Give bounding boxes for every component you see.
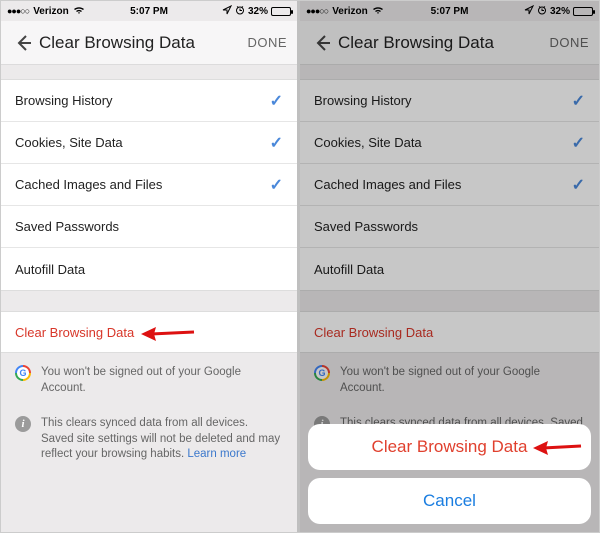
page-header: Clear Browsing Data DONE [300,21,599,65]
row-cached[interactable]: Cached Images and Files ✓ [1,164,297,206]
row-autofill[interactable]: Autofill Data [1,248,297,290]
carrier-label: Verizon [33,6,69,17]
signal-dots: ●●●○○ [306,6,328,16]
row-passwords[interactable]: Saved Passwords [300,206,599,248]
status-time: 5:07 PM [402,6,498,17]
annotation-arrow-icon [136,322,196,346]
screenshot-left: ●●●○○ Verizon 5:07 PM 32% [1,1,300,532]
battery-icon [271,7,291,16]
check-icon: ✓ [572,175,585,195]
wifi-icon [73,5,85,18]
check-icon: ✓ [572,133,585,153]
location-icon [222,5,232,18]
options-list: Browsing History ✓ Cookies, Site Data ✓ … [1,79,297,291]
status-time: 5:07 PM [102,6,197,17]
row-cached[interactable]: Cached Images and Files ✓ [300,164,599,206]
options-list: Browsing History ✓ Cookies, Site Data ✓ … [300,79,599,291]
clear-browsing-data-button[interactable]: Clear Browsing Data [300,311,599,353]
done-button[interactable]: DONE [247,35,287,50]
check-icon: ✓ [270,133,283,153]
row-autofill[interactable]: Autofill Data [300,248,599,290]
row-browsing-history[interactable]: Browsing History ✓ [1,80,297,122]
status-bar: ●●●○○ Verizon 5:07 PM 32% [1,1,297,21]
done-button[interactable]: DONE [549,35,589,50]
row-browsing-history[interactable]: Browsing History ✓ [300,80,599,122]
check-icon: ✓ [270,175,283,195]
page-header: Clear Browsing Data DONE [1,21,297,65]
wifi-icon [372,5,384,18]
carrier-label: Verizon [332,6,368,17]
google-icon [314,365,330,381]
action-sheet: Clear Browsing Data Cancel [308,424,591,524]
location-icon [524,5,534,18]
battery-percent: 32% [248,6,268,17]
alarm-icon [235,5,245,18]
annotation-arrow-icon [528,436,583,460]
status-bar: ●●●○○ Verizon 5:07 PM 32% [300,1,599,21]
check-icon: ✓ [270,91,283,111]
check-icon: ✓ [572,91,585,111]
alarm-icon [537,5,547,18]
screenshot-right: ●●●○○ Verizon 5:07 PM 32% [300,1,599,532]
battery-icon [573,7,593,16]
row-cookies[interactable]: Cookies, Site Data ✓ [300,122,599,164]
sheet-clear-button[interactable]: Clear Browsing Data [308,424,591,470]
google-icon [15,365,31,381]
info-icon: i [15,416,31,432]
clear-browsing-data-button[interactable]: Clear Browsing Data [1,311,297,353]
signal-dots: ●●●○○ [7,6,29,16]
back-button[interactable] [310,31,334,55]
sheet-cancel-button[interactable]: Cancel [308,478,591,524]
sync-note: i This clears synced data from all devic… [1,404,297,471]
google-account-note: You won't be signed out of your Google A… [300,353,599,404]
learn-more-link[interactable]: Learn more [187,448,246,460]
page-title: Clear Browsing Data [39,33,247,53]
page-title: Clear Browsing Data [338,33,549,53]
google-account-note: You won't be signed out of your Google A… [1,353,297,404]
row-cookies[interactable]: Cookies, Site Data ✓ [1,122,297,164]
battery-percent: 32% [550,6,570,17]
back-button[interactable] [11,31,35,55]
row-passwords[interactable]: Saved Passwords [1,206,297,248]
